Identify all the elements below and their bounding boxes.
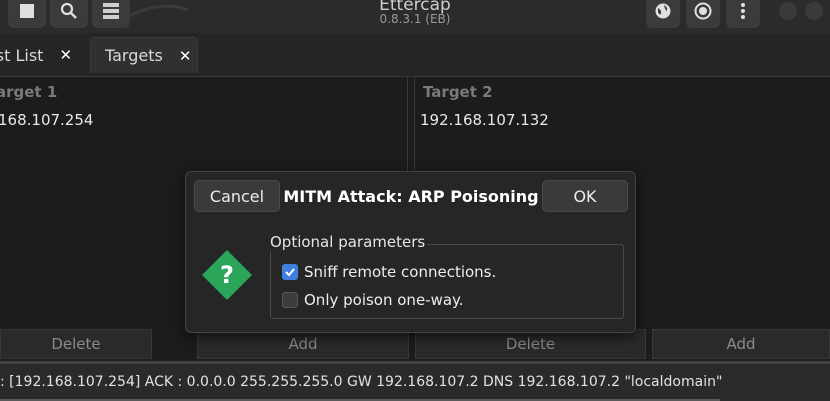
target2-item[interactable]: 192.168.107.132 (420, 111, 549, 129)
poison-one-way-label: Only poison one-way. (304, 291, 464, 309)
poison-one-way-option[interactable]: Only poison one-way. (282, 291, 464, 309)
ok-button[interactable]: OK (542, 180, 628, 212)
mitm-dialog: Cancel MITM Attack: ARP Poisoning OK ? O… (185, 171, 636, 333)
log-view[interactable]: : [192.168.107.254] ACK : 0.0.0.0 255.25… (0, 361, 830, 401)
tab-bar: ost List ✕ Targets ✕ (0, 33, 830, 77)
help-icon: ? (202, 250, 252, 304)
globe-icon (654, 2, 672, 20)
sniff-remote-label: Sniff remote connections. (304, 263, 497, 281)
checkbox-checked-icon[interactable] (282, 264, 298, 280)
checkbox-unchecked-icon[interactable] (282, 292, 298, 308)
log-line-cut (0, 395, 830, 401)
optional-parameters-label: Optional parameters (270, 233, 428, 251)
target1-item[interactable]: 168.107.254 (0, 111, 93, 129)
tab-label: ost List (0, 45, 44, 65)
menu-button[interactable] (726, 0, 760, 28)
close-icon[interactable]: ✕ (179, 47, 192, 65)
tab-host-list[interactable]: ost List ✕ (0, 37, 82, 73)
cancel-button[interactable]: Cancel (194, 180, 280, 212)
globe-button[interactable] (646, 0, 680, 28)
window-close-button[interactable] (805, 2, 823, 20)
sniff-remote-option[interactable]: Sniff remote connections. (282, 263, 496, 281)
target1-header: arget 1 (0, 83, 58, 101)
target2-header: Target 2 (423, 83, 493, 101)
header-bar: Ettercap 0.8.3.1 (EB) (0, 0, 830, 33)
svg-text:?: ? (220, 261, 234, 289)
close-icon[interactable]: ✕ (59, 46, 72, 64)
record-icon (694, 2, 712, 20)
menu-dots-icon (740, 2, 746, 20)
log-line: : [192.168.107.254] ACK : 0.0.0.0 255.25… (0, 374, 723, 390)
tab-targets[interactable]: Targets ✕ (90, 37, 198, 73)
record-button[interactable] (686, 0, 720, 28)
log-line-partial (0, 355, 830, 371)
window-minimize-button[interactable] (779, 2, 797, 20)
dialog-title: MITM Attack: ARP Poisoning (283, 187, 539, 206)
tab-label: Targets (105, 46, 163, 65)
